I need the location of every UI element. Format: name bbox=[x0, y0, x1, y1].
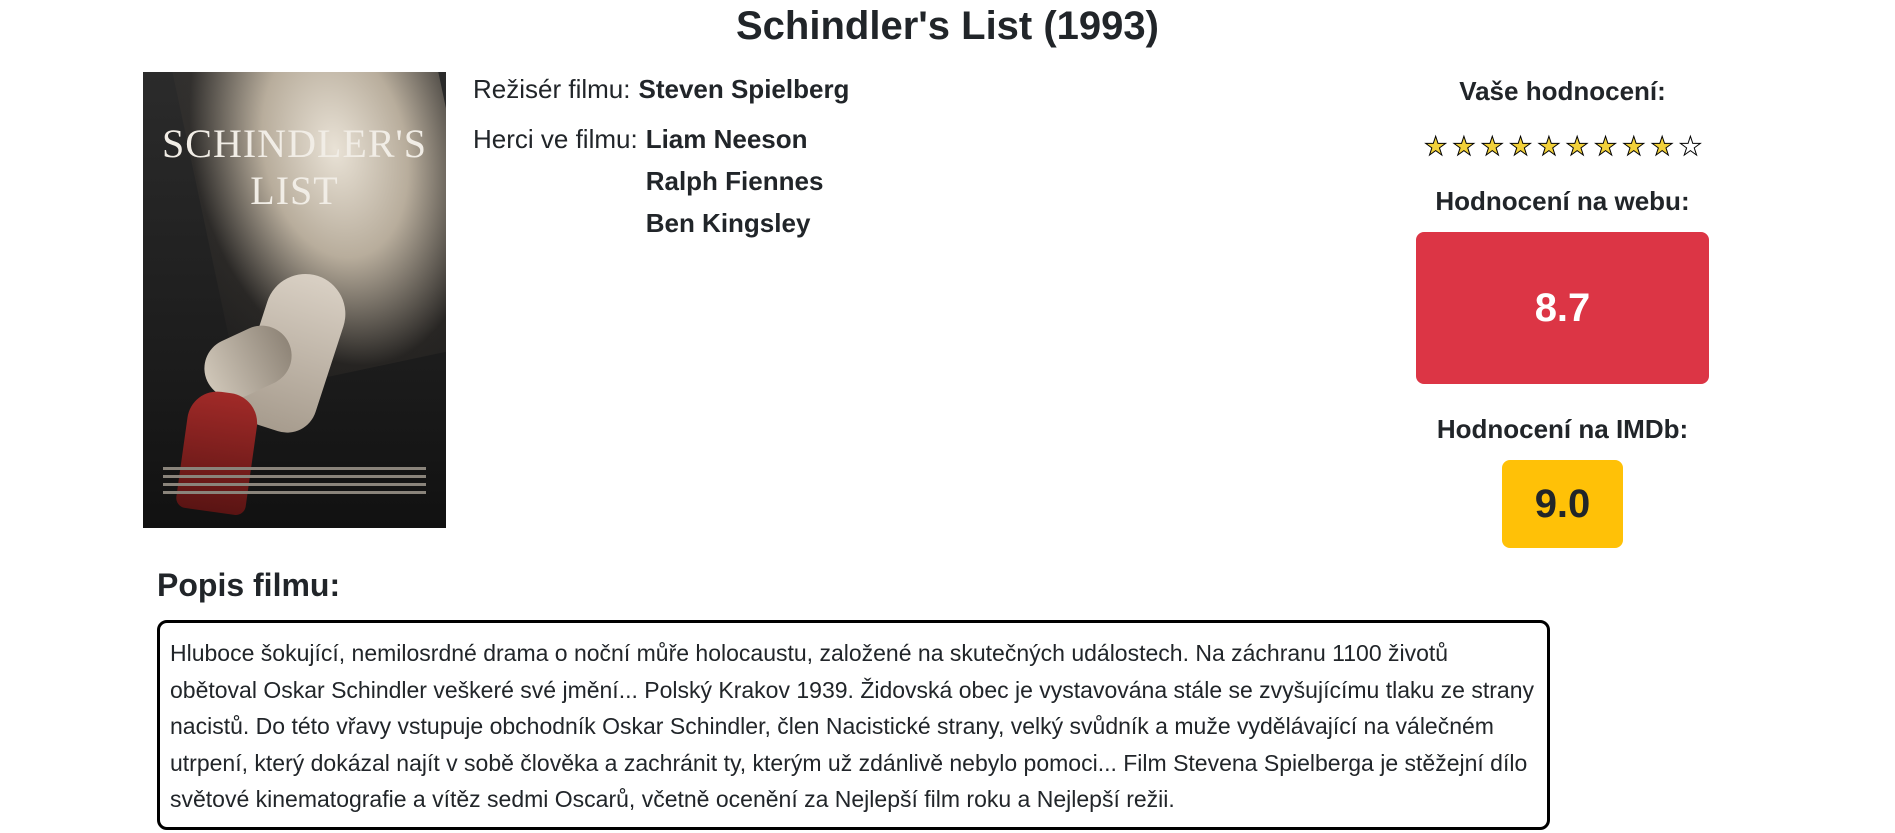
star-filled-icon[interactable]: ★ bbox=[1452, 128, 1476, 164]
user-rating-stars[interactable]: ★ ★ ★ ★ ★ ★ ★ ★ ★ ★ bbox=[1418, 128, 1708, 164]
star-filled-icon[interactable]: ★ bbox=[1537, 128, 1561, 164]
web-rating-label: Hodnocení na webu: bbox=[1435, 186, 1690, 216]
star-filled-icon[interactable]: ★ bbox=[1423, 128, 1447, 164]
star-filled-icon[interactable]: ★ bbox=[1650, 128, 1674, 164]
web-rating-badge: 8.7 bbox=[1416, 232, 1709, 384]
poster-title: SCHINDLER'S LIST bbox=[162, 121, 427, 213]
director-name: Steven Spielberg bbox=[638, 74, 850, 104]
star-filled-icon[interactable]: ★ bbox=[1593, 128, 1617, 164]
actors-list: Liam Neeson Ralph Fiennes Ben Kingsley bbox=[646, 118, 824, 244]
actors-label: Herci ve filmu: bbox=[473, 124, 638, 154]
director-label: Režisér filmu: bbox=[473, 74, 631, 104]
page-title: Schindler's List (1993) bbox=[736, 4, 1159, 48]
star-filled-icon[interactable]: ★ bbox=[1565, 128, 1589, 164]
poster-credits bbox=[163, 467, 426, 499]
actor-name: Ben Kingsley bbox=[645, 208, 811, 238]
star-filled-icon[interactable]: ★ bbox=[1508, 128, 1532, 164]
imdb-rating-badge: 9.0 bbox=[1502, 460, 1623, 548]
actor-name: Liam Neeson bbox=[645, 124, 808, 154]
description-text: Hluboce šokující, nemilosrdné drama o no… bbox=[157, 620, 1550, 830]
actors-row: Herci ve filmu: Liam Neeson Ralph Fienne… bbox=[473, 118, 823, 244]
description-heading: Popis filmu: bbox=[157, 567, 341, 603]
user-rating-label: Vaše hodnocení: bbox=[1459, 76, 1666, 106]
star-filled-icon[interactable]: ★ bbox=[1480, 128, 1504, 164]
imdb-rating-label: Hodnocení na IMDb: bbox=[1436, 414, 1689, 444]
star-filled-icon[interactable]: ★ bbox=[1622, 128, 1646, 164]
movie-poster: SCHINDLER'S LIST bbox=[143, 72, 446, 528]
director-row: Režisér filmu: Steven Spielberg bbox=[473, 74, 849, 105]
actor-name: Ralph Fiennes bbox=[645, 166, 824, 196]
star-empty-icon[interactable]: ★ bbox=[1678, 128, 1702, 164]
